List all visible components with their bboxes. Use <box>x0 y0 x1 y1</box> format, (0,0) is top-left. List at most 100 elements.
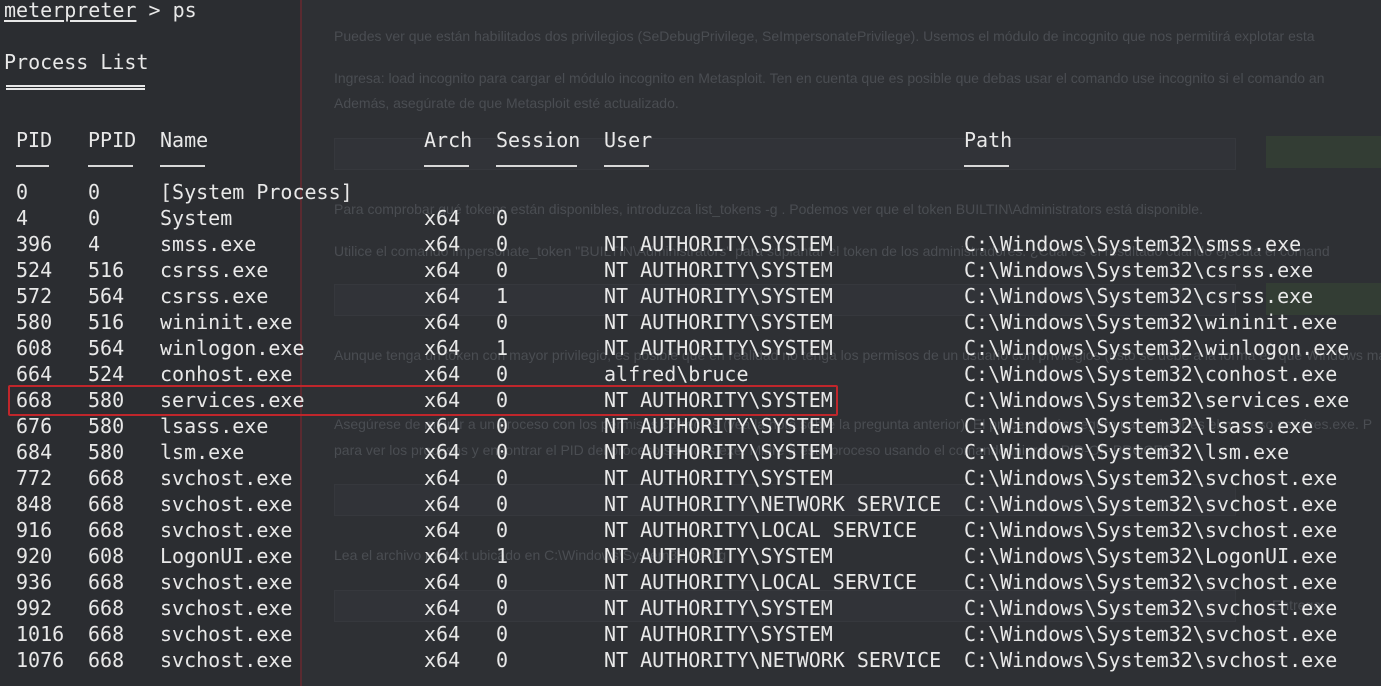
table-row: 936 668 svchost.exe x64 0 NT AUTHORITY\LOCAL … <box>0 569 1381 595</box>
cell-arch: x64 <box>424 310 461 334</box>
cell-pid: 1016 <box>16 622 65 646</box>
table-row: 1076 668 svchost.exe x64 0 NT AUTHORITY\NETWO… <box>0 647 1381 673</box>
cell-ppid: 668 <box>88 596 125 620</box>
cell-session: 1 <box>496 336 509 360</box>
cell-ppid: 580 <box>88 414 125 438</box>
cell-session: 0 <box>496 414 509 438</box>
header-ppid: PPID <box>88 128 137 152</box>
table-row: 0 0 [System Process] <box>0 179 1381 205</box>
table-row: 916 668 svchost.exe x64 0 NT AUTHORITY\LOCAL … <box>0 517 1381 543</box>
cell-ppid: 564 <box>88 284 125 308</box>
header-underline <box>496 165 577 167</box>
cell-path: C:\Windows\System32\csrss.exe <box>964 284 1314 308</box>
cell-arch: x64 <box>424 544 461 568</box>
cell-path: C:\Windows\System32\winlogon.exe <box>964 336 1350 360</box>
cell-ppid: 668 <box>88 648 125 672</box>
cell-name: svchost.exe <box>160 596 293 620</box>
cell-ppid: 608 <box>88 544 125 568</box>
cell-ppid: 668 <box>88 570 125 594</box>
cell-path: C:\Windows\System32\svchost.exe <box>964 596 1338 620</box>
cell-arch: x64 <box>424 258 461 282</box>
table-row: 676 580 lsass.exe x64 0 NT AUTHORITY\SYSTEM C:… <box>0 413 1381 439</box>
cell-user: NT AUTHORITY\SYSTEM <box>604 284 833 308</box>
cell-session: 0 <box>496 310 509 334</box>
cell-path: C:\Windows\System32\svchost.exe <box>964 648 1338 672</box>
cell-session: 0 <box>496 440 509 464</box>
cell-name: lsass.exe <box>160 414 269 438</box>
cell-ppid: 516 <box>88 258 125 282</box>
cell-name: svchost.exe <box>160 570 293 594</box>
header-underline <box>160 165 205 167</box>
cell-path: C:\Windows\System32\svchost.exe <box>964 518 1338 542</box>
cell-name: lsm.exe <box>160 440 245 464</box>
header-underline <box>964 165 1009 167</box>
prompt-word: meterpreter <box>4 0 137 22</box>
highlight-box <box>8 385 838 416</box>
cell-ppid: 516 <box>88 310 125 334</box>
cell-path: C:\Windows\System32\LogonUI.exe <box>964 544 1338 568</box>
header-underline <box>16 165 49 167</box>
cell-user: alfred\bruce <box>604 362 749 386</box>
cell-ppid: 668 <box>88 518 125 542</box>
cell-name: svchost.exe <box>160 622 293 646</box>
command-text: > ps <box>136 0 197 22</box>
cell-session: 0 <box>496 258 509 282</box>
cell-pid: 396 <box>16 232 53 256</box>
cell-path: C:\Windows\System32\csrss.exe <box>964 258 1314 282</box>
cell-path: C:\Windows\System32\lsass.exe <box>964 414 1314 438</box>
header-path: Path <box>964 128 1013 152</box>
cell-ppid: 564 <box>88 336 125 360</box>
cell-ppid: 4 <box>88 232 101 256</box>
cell-arch: x64 <box>424 622 461 646</box>
cell-name: csrss.exe <box>160 258 269 282</box>
cell-user: NT AUTHORITY\SYSTEM <box>604 310 833 334</box>
table-row: 684 580 lsm.exe x64 0 NT AUTHORITY\SYSTEM C:\W… <box>0 439 1381 465</box>
cell-pid: 0 <box>16 180 29 204</box>
cell-pid: 848 <box>16 492 53 516</box>
table-row: 608 564 winlogon.exe x64 1 NT AUTHORITY\SYSTE… <box>0 335 1381 361</box>
cell-name: smss.exe <box>160 232 257 256</box>
cell-path: C:\Windows\System32\svchost.exe <box>964 570 1338 594</box>
cell-ppid: 0 <box>88 206 101 230</box>
cell-user: NT AUTHORITY\SYSTEM <box>604 466 833 490</box>
header-arch: Arch <box>424 128 473 152</box>
cell-session: 0 <box>496 492 509 516</box>
cell-ppid: 668 <box>88 492 125 516</box>
title-underline <box>6 85 145 90</box>
cell-arch: x64 <box>424 596 461 620</box>
cell-session: 1 <box>496 544 509 568</box>
cell-name: svchost.exe <box>160 518 293 542</box>
process-list-title: Process List <box>4 50 149 74</box>
cell-pid: 916 <box>16 518 53 542</box>
cell-pid: 772 <box>16 466 53 490</box>
cell-user: NT AUTHORITY\SYSTEM <box>604 596 833 620</box>
cell-name: svchost.exe <box>160 466 293 490</box>
cell-arch: x64 <box>424 232 461 256</box>
cell-pid: 1076 <box>16 648 65 672</box>
cell-ppid: 668 <box>88 622 125 646</box>
cell-user: NT AUTHORITY\SYSTEM <box>604 336 833 360</box>
header-session: Session <box>496 128 581 152</box>
cell-path: C:\Windows\System32\lsm.exe <box>964 440 1290 464</box>
cell-user: NT AUTHORITY\NETWORK SERVICE <box>604 648 942 672</box>
table-row: 580 516 wininit.exe x64 0 NT AUTHORITY\SYSTEM… <box>0 309 1381 335</box>
cell-pid: 580 <box>16 310 53 334</box>
cell-pid: 684 <box>16 440 53 464</box>
cell-name: svchost.exe <box>160 648 293 672</box>
cell-ppid: 668 <box>88 466 125 490</box>
cell-name: LogonUI.exe <box>160 544 293 568</box>
cell-pid: 524 <box>16 258 53 282</box>
cell-session: 0 <box>496 466 509 490</box>
cell-pid: 608 <box>16 336 53 360</box>
table-row: 524 516 csrss.exe x64 0 NT AUTHORITY\SYSTEM C:… <box>0 257 1381 283</box>
cell-session: 0 <box>496 232 509 256</box>
cell-session: 0 <box>496 206 509 230</box>
cell-arch: x64 <box>424 284 461 308</box>
cell-session: 0 <box>496 518 509 542</box>
cell-arch: x64 <box>424 492 461 516</box>
header-user: User <box>604 128 653 152</box>
cell-arch: x64 <box>424 466 461 490</box>
table-row: 920 608 LogonUI.exe x64 1 NT AUTHORITY\SYSTEM… <box>0 543 1381 569</box>
cell-pid: 920 <box>16 544 53 568</box>
cell-arch: x64 <box>424 648 461 672</box>
